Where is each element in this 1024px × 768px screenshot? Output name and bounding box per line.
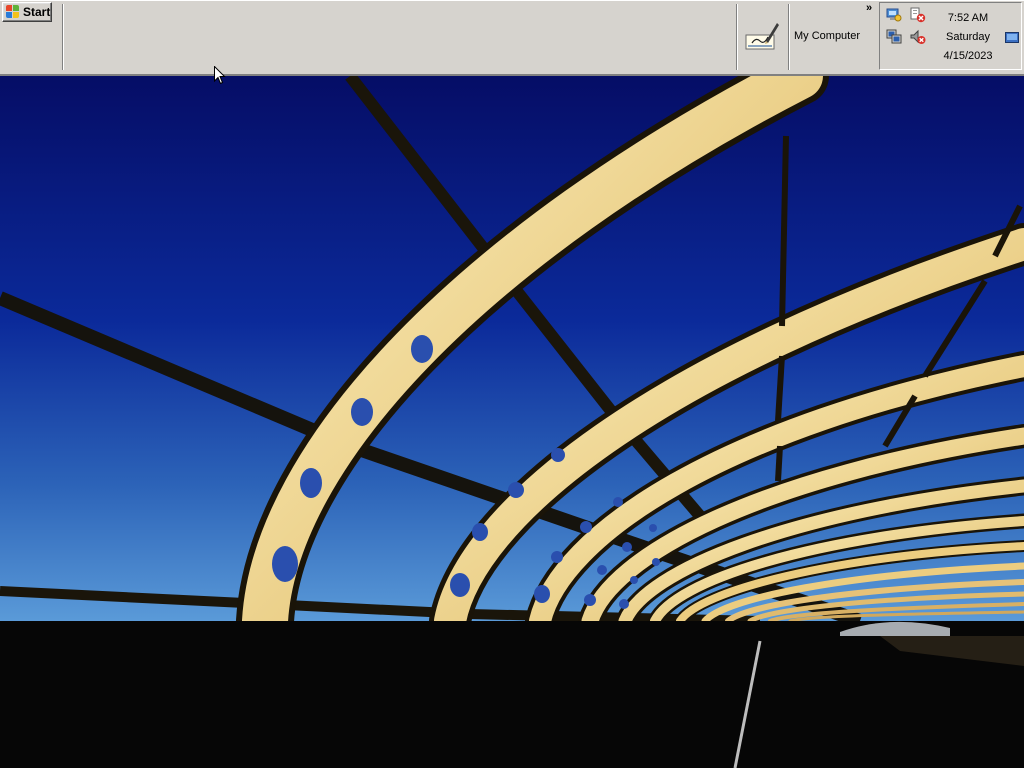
windows-logo-icon bbox=[6, 5, 20, 19]
network-icon[interactable] bbox=[886, 7, 902, 23]
my-computer-toolbar-label[interactable]: My Computer bbox=[794, 30, 860, 42]
clock-time[interactable]: 7:52 AM bbox=[936, 12, 1000, 24]
mouse-pointer-icon bbox=[214, 66, 226, 85]
start-button[interactable]: Start bbox=[2, 2, 52, 22]
network-disconnected-icon[interactable] bbox=[910, 7, 926, 23]
taskbar: Start My Computer » 7:52 AM Saturday 4/1… bbox=[0, 0, 1024, 76]
desktop-wallpaper[interactable] bbox=[0, 76, 1024, 768]
clock-date[interactable]: 4/15/2023 bbox=[936, 50, 1000, 62]
start-label: Start bbox=[23, 5, 51, 19]
system-tray: 7:52 AM Saturday 4/15/2023 bbox=[879, 2, 1022, 70]
volume-muted-icon[interactable] bbox=[910, 29, 926, 45]
taskbar-separator bbox=[788, 4, 790, 70]
computer-icon[interactable] bbox=[886, 29, 902, 45]
pen-input-icon[interactable] bbox=[744, 19, 780, 53]
toolbar-overflow-chevron-icon[interactable]: » bbox=[866, 2, 872, 14]
show-desktop-icon[interactable] bbox=[1005, 32, 1019, 43]
clock-day[interactable]: Saturday bbox=[936, 31, 1000, 43]
taskbar-separator bbox=[736, 4, 738, 70]
taskbar-separator bbox=[62, 4, 64, 70]
